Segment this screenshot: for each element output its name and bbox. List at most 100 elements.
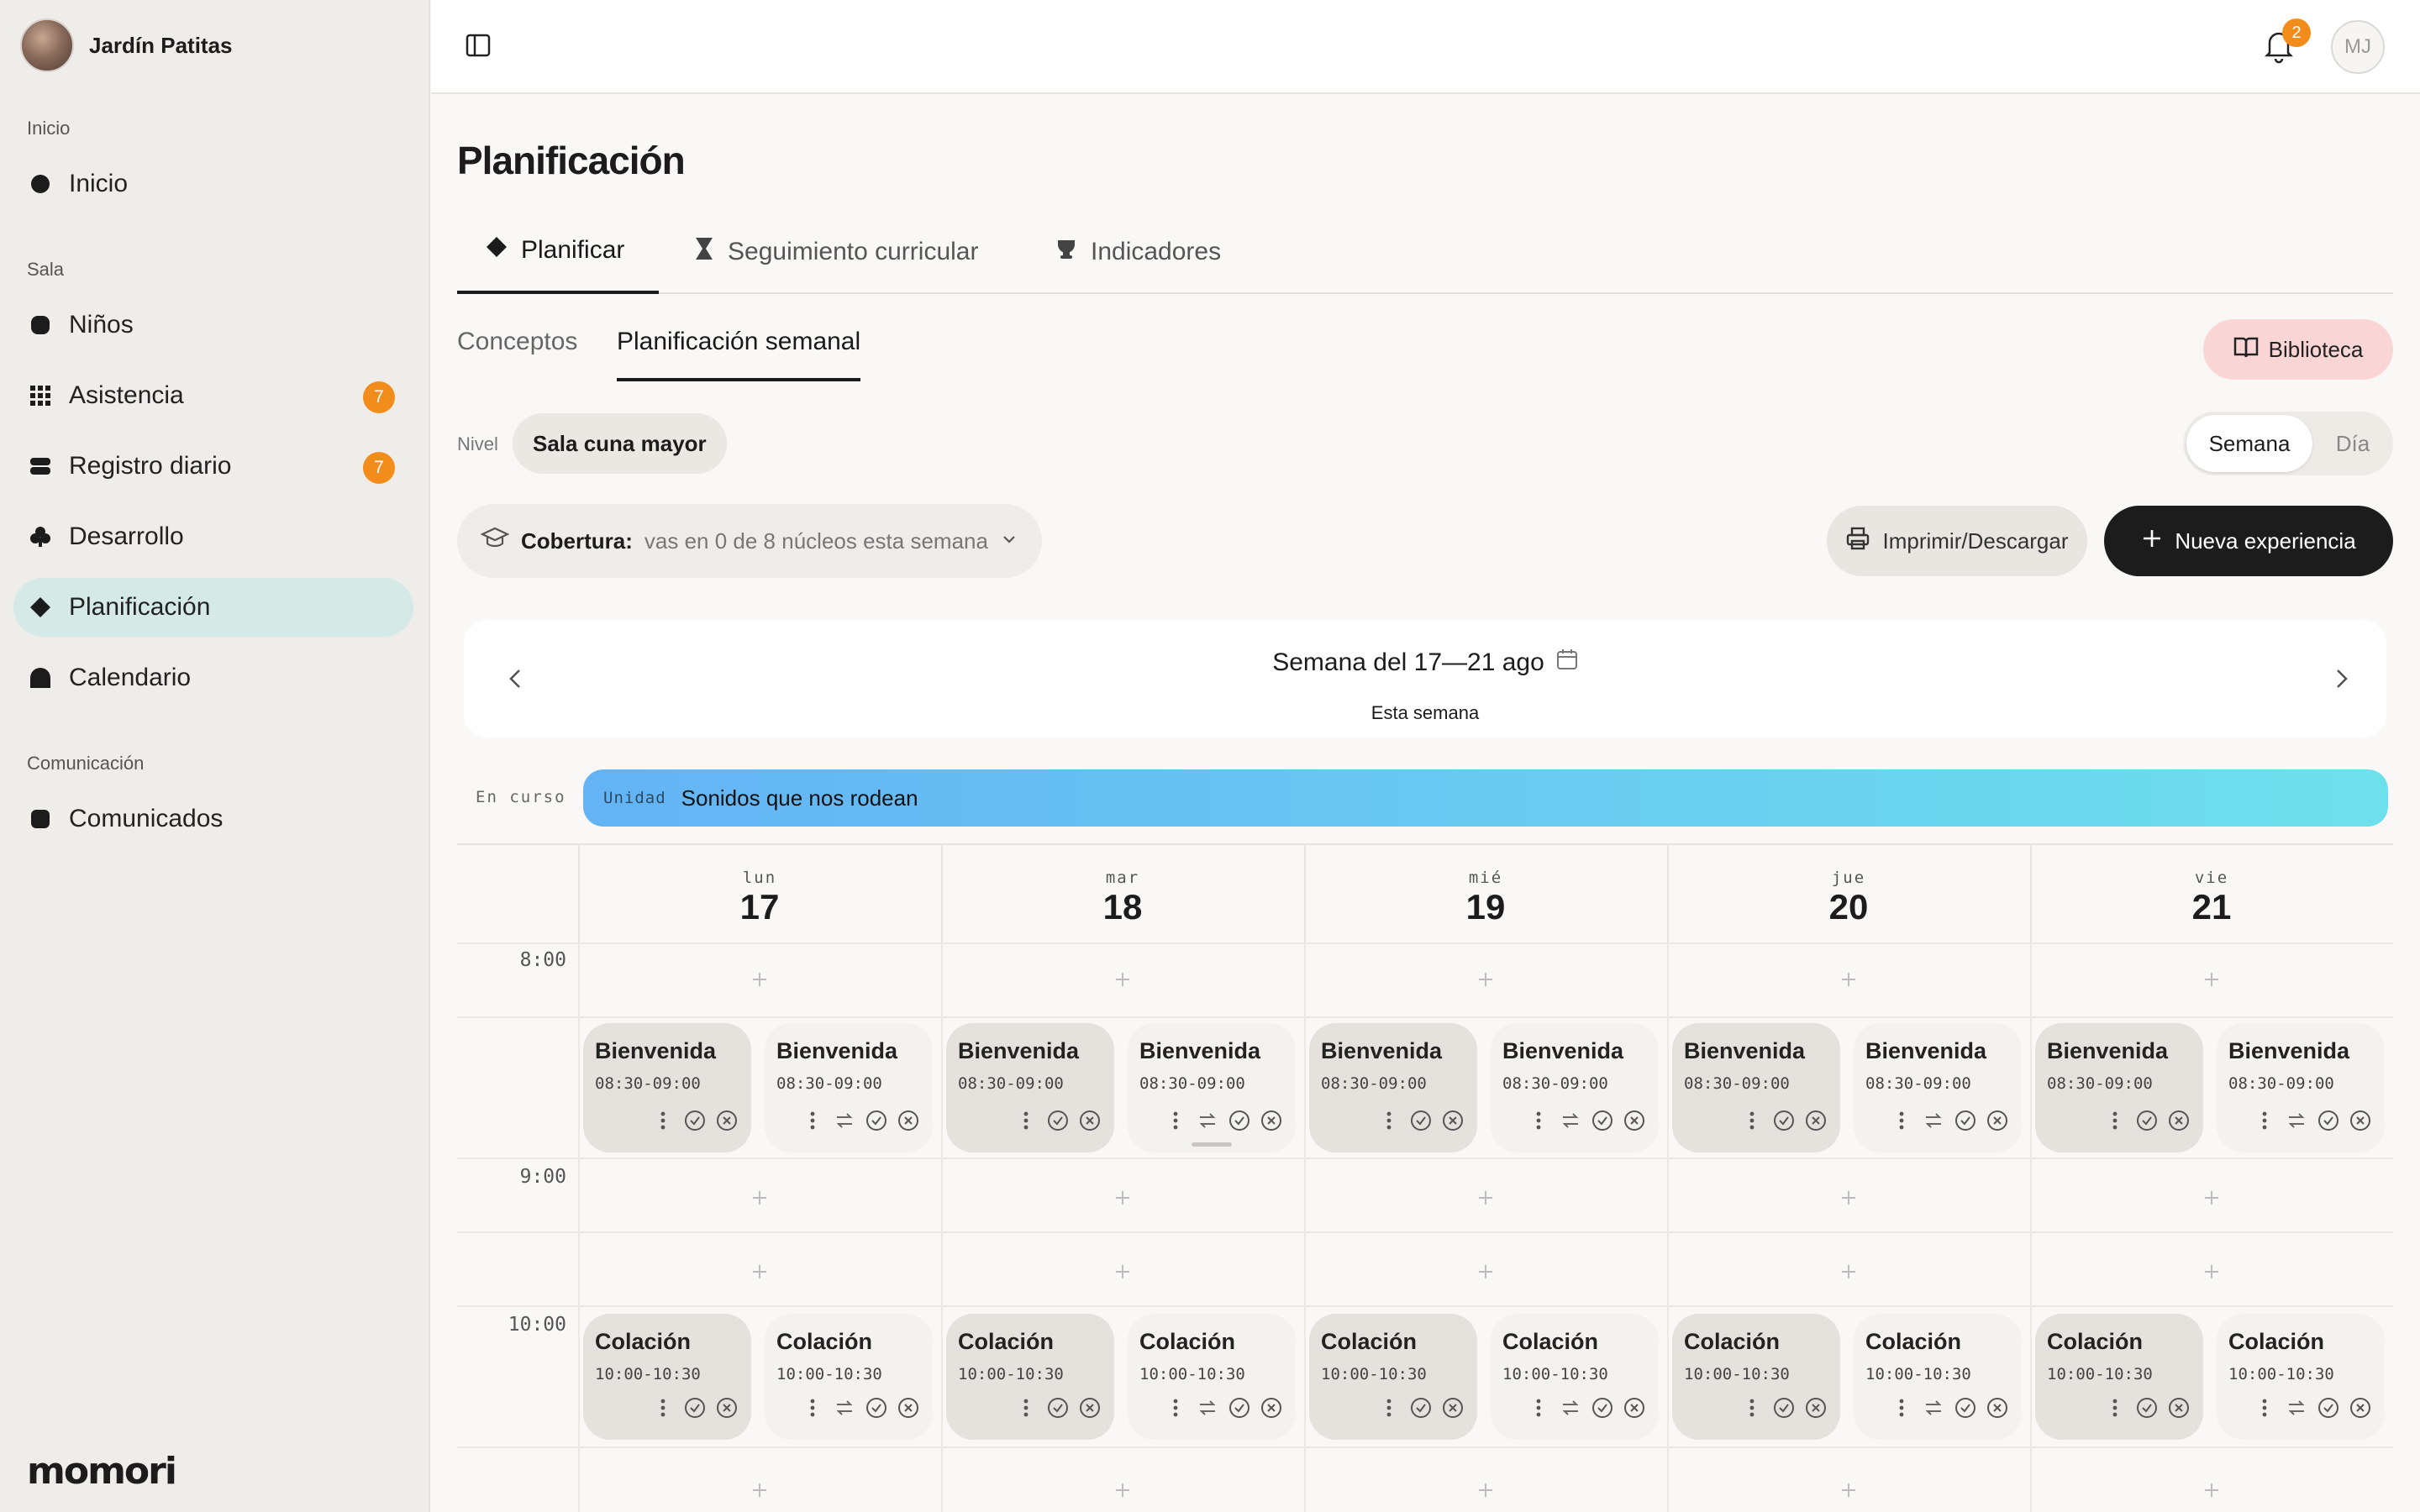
check-circle-icon[interactable] [2134,1395,2160,1425]
check-circle-icon[interactable] [1953,1395,1978,1425]
sidebar-item-ninos[interactable]: Niños [13,296,413,354]
sidebar-item-planificacion[interactable]: Planificación [13,578,413,637]
event-card[interactable]: Bienvenida 08:30-09:00 [1491,1023,1659,1152]
check-circle-icon[interactable] [1045,1395,1071,1425]
sidebar-item-asistencia[interactable]: Asistencia 7 [13,366,413,425]
more-vertical-icon[interactable] [1163,1395,1188,1425]
x-circle-icon[interactable] [1803,1395,1828,1425]
add-slot-plus-icon[interactable] [1839,969,1859,990]
view-day-option[interactable]: Día [2316,415,2390,472]
x-circle-icon[interactable] [2166,1395,2191,1425]
x-circle-icon[interactable] [1077,1108,1102,1137]
repeat-icon[interactable] [1558,1108,1583,1137]
check-circle-icon[interactable] [1227,1108,1252,1137]
more-vertical-icon[interactable] [650,1108,676,1137]
repeat-icon[interactable] [1558,1395,1583,1425]
check-circle-icon[interactable] [1590,1108,1615,1137]
add-slot-plus-icon[interactable] [750,1480,770,1500]
check-circle-icon[interactable] [1045,1108,1071,1137]
add-slot-plus-icon[interactable] [1113,969,1133,990]
repeat-icon[interactable] [1921,1108,1946,1137]
add-slot-plus-icon[interactable] [750,1262,770,1282]
event-card[interactable]: Bienvenida 08:30-09:00 [946,1023,1114,1152]
check-circle-icon[interactable] [1953,1108,1978,1137]
x-circle-icon[interactable] [1259,1395,1284,1425]
repeat-icon[interactable] [832,1395,857,1425]
more-vertical-icon[interactable] [2252,1395,2277,1425]
event-card[interactable]: Colación 10:00-10:30 [2217,1314,2385,1440]
check-circle-icon[interactable] [2134,1108,2160,1137]
check-circle-icon[interactable] [682,1395,708,1425]
event-card[interactable]: Colación 10:00-10:30 [1491,1314,1659,1440]
x-circle-icon[interactable] [714,1108,739,1137]
add-slot-plus-icon[interactable] [750,969,770,990]
add-slot-plus-icon[interactable] [750,1188,770,1208]
x-circle-icon[interactable] [1077,1395,1102,1425]
more-vertical-icon[interactable] [1163,1108,1188,1137]
x-circle-icon[interactable] [1622,1395,1647,1425]
x-circle-icon[interactable] [2348,1395,2373,1425]
sidebar-item-registro-diario[interactable]: Registro diario 7 [13,437,413,496]
tab-indicadores[interactable]: Indicadores [1055,210,1221,294]
more-vertical-icon[interactable] [2102,1108,2128,1137]
event-card[interactable]: Colación 10:00-10:30 [1128,1314,1296,1440]
x-circle-icon[interactable] [714,1395,739,1425]
more-vertical-icon[interactable] [1013,1108,1039,1137]
more-vertical-icon[interactable] [800,1108,825,1137]
x-circle-icon[interactable] [1622,1108,1647,1137]
more-vertical-icon[interactable] [1739,1395,1765,1425]
more-vertical-icon[interactable] [1739,1108,1765,1137]
event-card[interactable]: Bienvenida 08:30-09:00 [583,1023,751,1152]
more-vertical-icon[interactable] [1013,1395,1039,1425]
event-card[interactable]: Bienvenida 08:30-09:00 [2035,1023,2203,1152]
add-slot-plus-icon[interactable] [1113,1262,1133,1282]
event-card[interactable]: Bienvenida 08:30-09:00 [1672,1023,1840,1152]
check-circle-icon[interactable] [1771,1395,1797,1425]
repeat-icon[interactable] [2284,1108,2309,1137]
add-slot-plus-icon[interactable] [2202,1262,2222,1282]
x-circle-icon[interactable] [896,1395,921,1425]
check-circle-icon[interactable] [1227,1395,1252,1425]
more-vertical-icon[interactable] [2102,1395,2128,1425]
event-card[interactable]: Colación 10:00-10:30 [583,1314,751,1440]
x-circle-icon[interactable] [2166,1108,2191,1137]
repeat-icon[interactable] [1195,1108,1220,1137]
add-slot-plus-icon[interactable] [2202,1480,2222,1500]
add-slot-plus-icon[interactable] [1476,1480,1496,1500]
more-vertical-icon[interactable] [1376,1395,1402,1425]
cobertura-dropdown[interactable]: Cobertura: vas en 0 de 8 núcleos esta se… [457,504,1042,578]
more-vertical-icon[interactable] [800,1395,825,1425]
x-circle-icon[interactable] [1985,1108,2010,1137]
resize-handle[interactable] [1192,1142,1232,1147]
biblioteca-button[interactable]: Biblioteca [2203,319,2393,380]
check-circle-icon[interactable] [864,1395,889,1425]
add-slot-plus-icon[interactable] [2202,1188,2222,1208]
repeat-icon[interactable] [832,1108,857,1137]
event-card[interactable]: Colación 10:00-10:30 [946,1314,1114,1440]
user-avatar[interactable]: MJ [2331,20,2385,74]
check-circle-icon[interactable] [1771,1108,1797,1137]
nivel-chip[interactable]: Sala cuna mayor [513,413,727,474]
more-vertical-icon[interactable] [650,1395,676,1425]
sidebar-toggle-icon[interactable] [465,32,492,59]
sidebar-item-comunicados[interactable]: Comunicados [13,790,413,848]
x-circle-icon[interactable] [2348,1108,2373,1137]
event-card[interactable]: Colación 10:00-10:30 [1309,1314,1477,1440]
event-card[interactable]: Bienvenida 08:30-09:00 [765,1023,933,1152]
add-slot-plus-icon[interactable] [1113,1188,1133,1208]
repeat-icon[interactable] [1195,1395,1220,1425]
check-circle-icon[interactable] [1590,1395,1615,1425]
repeat-icon[interactable] [2284,1395,2309,1425]
tab-seguimiento-curricular[interactable]: Seguimiento curricular [694,210,978,294]
check-circle-icon[interactable] [1408,1395,1434,1425]
sidebar-item-calendario[interactable]: Calendario [13,648,413,707]
more-vertical-icon[interactable] [1889,1395,1914,1425]
check-circle-icon[interactable] [682,1108,708,1137]
add-slot-plus-icon[interactable] [1839,1262,1859,1282]
tab-planificar[interactable]: Planificar [457,210,659,294]
x-circle-icon[interactable] [1259,1108,1284,1137]
subtab-planificacion-semanal[interactable]: Planificación semanal [617,328,861,381]
sidebar-item-inicio[interactable]: Inicio [13,155,413,213]
check-circle-icon[interactable] [2316,1395,2341,1425]
sidebar-item-desarrollo[interactable]: Desarrollo [13,507,413,566]
